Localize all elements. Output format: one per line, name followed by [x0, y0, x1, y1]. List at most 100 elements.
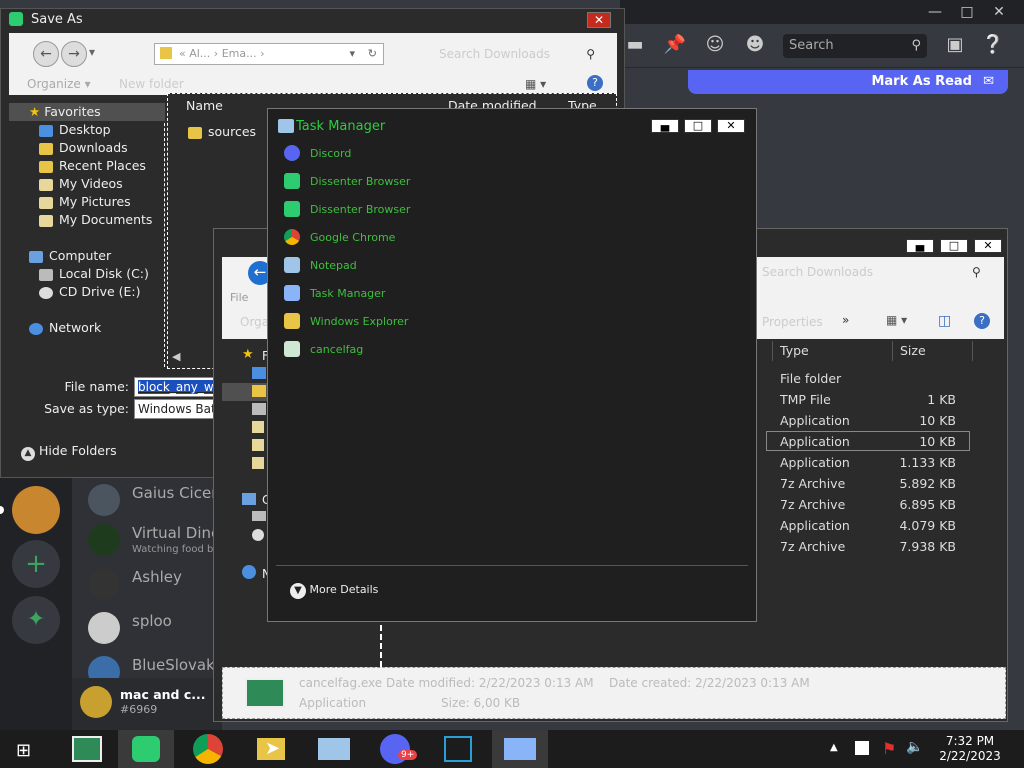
app-row[interactable]: Discord: [284, 141, 724, 169]
nav-label: Local Disk (C:): [59, 266, 149, 281]
app-row[interactable]: Windows Explorer: [284, 309, 724, 337]
dm-item[interactable]: Virtual Dine Watching food b: [88, 518, 228, 562]
minimize-button[interactable]: ▄: [906, 239, 934, 253]
videos-icon[interactable]: [252, 421, 264, 433]
maximize-button[interactable]: □: [940, 239, 968, 253]
mark-as-read-button[interactable]: Mark As Read ✉: [688, 70, 1008, 94]
app-row[interactable]: Notepad: [284, 253, 724, 281]
more-details-button[interactable]: ▼ More Details: [290, 583, 378, 599]
start-button[interactable]: ⊞: [0, 730, 50, 768]
file-name-label: File name:: [64, 379, 129, 394]
file-menu[interactable]: File: [230, 291, 248, 304]
organize-button[interactable]: Orga: [240, 315, 269, 329]
address-bar[interactable]: « Al... › Ema... › ▾ ↻: [154, 43, 384, 65]
help-icon[interactable]: ❔: [978, 30, 1008, 60]
new-folder-button[interactable]: New folder: [119, 77, 184, 91]
organize-button[interactable]: Organize ▾: [27, 77, 91, 91]
close-icon[interactable]: ✕: [984, 0, 1014, 24]
system-clock[interactable]: 7:32 PM 2/22/2023: [930, 734, 1010, 764]
recent-dropdown-icon[interactable]: ▾: [89, 45, 95, 59]
nav-cd-drive[interactable]: CD Drive (E:): [9, 283, 165, 301]
taskbar-control-panel[interactable]: [306, 730, 362, 768]
minimize-button[interactable]: ▄: [651, 119, 679, 133]
maximize-button[interactable]: □: [684, 119, 712, 133]
column-type[interactable]: Type: [780, 343, 809, 358]
column-name[interactable]: Name: [186, 98, 223, 113]
documents-icon[interactable]: [252, 457, 264, 469]
refresh-icon[interactable]: ↻: [368, 44, 377, 64]
table-row-selected[interactable]: Application 10 KB: [766, 431, 970, 451]
add-server-icon[interactable]: +: [12, 540, 60, 588]
hide-folders-button[interactable]: ▲ Hide Folders: [21, 443, 117, 461]
taskbar-paint[interactable]: [430, 730, 486, 768]
close-button[interactable]: ✕: [587, 12, 611, 28]
server-avatar[interactable]: [12, 486, 60, 534]
taskbar-task-manager[interactable]: [492, 730, 548, 768]
back-button[interactable]: ←: [33, 41, 59, 67]
properties-button[interactable]: Properties: [762, 315, 823, 329]
help-icon[interactable]: ?: [587, 75, 603, 91]
recent-places-icon[interactable]: [252, 403, 266, 415]
nav-network[interactable]: Network: [9, 319, 165, 337]
nav-my-pictures[interactable]: My Pictures: [9, 193, 165, 211]
explore-servers-icon[interactable]: ✦: [12, 596, 60, 644]
nav-local-disk[interactable]: Local Disk (C:): [9, 265, 165, 283]
pin-icon[interactable]: 📌: [660, 30, 690, 60]
preview-pane-icon[interactable]: ◫: [938, 313, 951, 329]
taskbar-explorer[interactable]: ➤: [243, 730, 299, 768]
view-options-icon[interactable]: ▦ ▾: [886, 313, 907, 327]
save-type-select[interactable]: Windows Batc: [134, 399, 214, 419]
dm-item[interactable]: Ashley: [88, 562, 228, 606]
nav-computer[interactable]: Computer: [9, 247, 165, 265]
view-options-icon[interactable]: ▦ ▾: [525, 77, 546, 91]
dm-item[interactable]: sploo: [88, 606, 228, 650]
dm-item[interactable]: Gaius Cicere: [88, 478, 228, 522]
more-commands-icon[interactable]: »: [842, 313, 849, 327]
clock-time: 7:32 PM: [945, 734, 995, 748]
app-row[interactable]: cancelfag: [284, 337, 724, 365]
nav-my-documents[interactable]: My Documents: [9, 211, 165, 229]
file-name-input[interactable]: block_any_we: [134, 377, 214, 397]
add-member-icon[interactable]: ☺: [700, 30, 730, 60]
search-input[interactable]: Search Downloads ⚲: [429, 43, 599, 65]
list-item[interactable]: sources: [188, 124, 256, 139]
taskbar: ⊞ ➤ 9+ ▲ ⚑ 🔈 7:32 PM 2/22/2023: [0, 730, 1024, 768]
taskbar-cancelfag[interactable]: [60, 730, 116, 768]
nav-desktop[interactable]: Desktop: [9, 121, 165, 139]
nav-favorites[interactable]: ★ Favorites: [9, 103, 165, 121]
app-row[interactable]: Task Manager: [284, 281, 724, 309]
desktop-icon[interactable]: [252, 367, 266, 379]
help-icon[interactable]: ?: [974, 313, 990, 329]
app-row[interactable]: Dissenter Browser: [284, 197, 724, 225]
forward-button[interactable]: →: [61, 41, 87, 67]
close-button[interactable]: ✕: [974, 239, 1002, 253]
search-input[interactable]: Search Downloads: [762, 265, 873, 279]
inbox-icon[interactable]: ▣: [940, 30, 970, 60]
user-avatar[interactable]: [80, 686, 112, 718]
pictures-icon[interactable]: [252, 439, 264, 451]
nav-downloads[interactable]: Downloads: [9, 139, 165, 157]
taskbar-discord[interactable]: 9+: [368, 730, 424, 768]
close-button[interactable]: ✕: [717, 119, 745, 133]
member-list-icon[interactable]: ☻: [740, 30, 770, 60]
nav-my-videos[interactable]: My Videos: [9, 175, 165, 193]
drive-icon[interactable]: [252, 511, 266, 521]
maximize-icon[interactable]: □: [952, 0, 982, 24]
action-center-icon[interactable]: [855, 741, 869, 755]
scroll-left-icon[interactable]: ◀: [172, 350, 180, 363]
address-dropdown-icon[interactable]: ▾: [349, 44, 355, 64]
app-row[interactable]: Dissenter Browser: [284, 169, 724, 197]
app-row[interactable]: Google Chrome: [284, 225, 724, 253]
show-hidden-icons[interactable]: ▲: [830, 742, 838, 753]
cd-icon[interactable]: [252, 529, 264, 541]
file-type: Application: [780, 455, 850, 470]
resize-handle[interactable]: [380, 625, 382, 667]
taskbar-dissenter[interactable]: [118, 730, 174, 768]
discord-search-input[interactable]: Search ⚲: [783, 34, 927, 58]
flag-icon[interactable]: ⚑: [882, 739, 896, 758]
taskbar-chrome[interactable]: [181, 730, 237, 768]
column-size[interactable]: Size: [900, 343, 926, 358]
volume-icon[interactable]: 🔈: [906, 739, 923, 755]
minimize-icon[interactable]: —: [920, 0, 950, 24]
nav-recent-places[interactable]: Recent Places: [9, 157, 165, 175]
